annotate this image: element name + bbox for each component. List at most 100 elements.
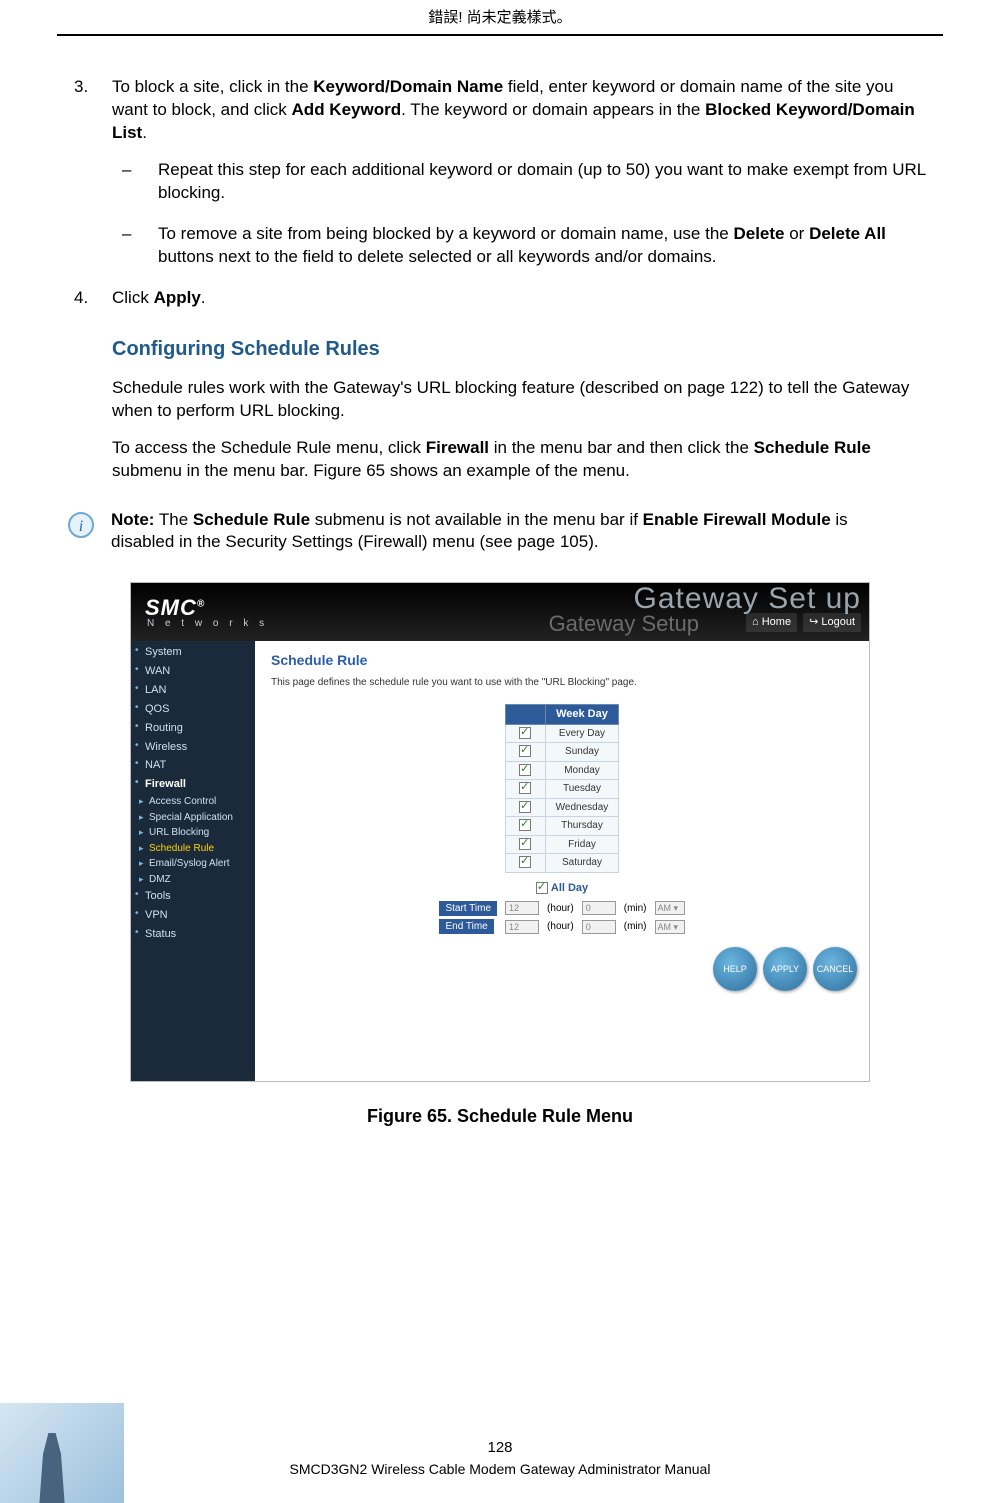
weekday-header: Week Day bbox=[545, 704, 619, 724]
figure-screenshot: SMC® N e t w o r k s Gateway Set up Gate… bbox=[130, 582, 870, 1082]
t: To block a site, click in the bbox=[112, 77, 313, 96]
b: Keyword/Domain Name bbox=[313, 77, 503, 96]
panel-description: This page defines the schedule rule you … bbox=[271, 676, 853, 690]
start-hour-input[interactable]: 12 bbox=[505, 901, 539, 915]
checkbox-allday[interactable] bbox=[536, 882, 548, 894]
steps-list: 3. To block a site, click in the Keyword… bbox=[67, 76, 933, 310]
home-link[interactable]: ⌂ Home bbox=[746, 613, 797, 632]
note-block: i Note: The Schedule Rule submenu is not… bbox=[67, 509, 933, 555]
day-label: Every Day bbox=[545, 724, 619, 743]
logout-link[interactable]: ↪ Logout bbox=[803, 613, 861, 632]
step-3-text: To block a site, click in the Keyword/Do… bbox=[112, 77, 915, 142]
t: submenu in the menu bar. Figure 65 shows… bbox=[112, 461, 630, 480]
help-button[interactable]: HELP bbox=[713, 947, 757, 991]
table-row: Tuesday bbox=[505, 780, 619, 799]
checkbox-saturday[interactable] bbox=[519, 856, 531, 868]
sidebar-item-wan[interactable]: WAN bbox=[131, 662, 255, 681]
end-ampm-select[interactable]: AM ▾ bbox=[655, 920, 685, 934]
apply-button[interactable]: APPLY bbox=[763, 947, 807, 991]
hour-label: (hour) bbox=[543, 918, 578, 937]
start-ampm-select[interactable]: AM ▾ bbox=[655, 901, 685, 915]
note-text: Note: The Schedule Rule submenu is not a… bbox=[111, 509, 933, 555]
checkbox-everyday[interactable] bbox=[519, 727, 531, 739]
sidebar-item-tools[interactable]: Tools bbox=[131, 887, 255, 906]
page-number: 128 bbox=[0, 1438, 1000, 1458]
sidebar-sub-dmz[interactable]: DMZ bbox=[131, 872, 255, 888]
t: The bbox=[154, 510, 192, 529]
sidebar-item-status[interactable]: Status bbox=[131, 925, 255, 944]
sidebar-item-vpn[interactable]: VPN bbox=[131, 906, 255, 925]
panel-title: Schedule Rule bbox=[271, 651, 853, 670]
sidebar-item-wireless[interactable]: Wireless bbox=[131, 738, 255, 757]
sidebar-item-firewall[interactable]: Firewall bbox=[131, 775, 255, 794]
page-header-error: 錯誤! 尚未定義樣式。 bbox=[57, 0, 943, 36]
sidebar-item-nat[interactable]: NAT bbox=[131, 756, 255, 775]
reg: ® bbox=[197, 599, 205, 610]
b: Apply bbox=[154, 288, 201, 307]
t: buttons next to the field to delete sele… bbox=[158, 247, 717, 266]
checkbox-tuesday[interactable] bbox=[519, 782, 531, 794]
sidebar: System WAN LAN QOS Routing Wireless NAT … bbox=[131, 641, 255, 1081]
t: . bbox=[201, 288, 206, 307]
min-label: (min) bbox=[620, 899, 651, 918]
t: . The keyword or domain appears in the bbox=[401, 100, 705, 119]
checkbox-monday[interactable] bbox=[519, 764, 531, 776]
end-min-input[interactable]: 0 bbox=[582, 920, 616, 934]
t: . bbox=[142, 123, 147, 142]
table-row: Sunday bbox=[505, 743, 619, 762]
checkbox-thursday[interactable] bbox=[519, 819, 531, 831]
day-label: Tuesday bbox=[545, 780, 619, 799]
sidebar-item-qos[interactable]: QOS bbox=[131, 700, 255, 719]
sidebar-sub-access-control[interactable]: Access Control bbox=[131, 794, 255, 810]
app-header: SMC® N e t w o r k s Gateway Set up Gate… bbox=[131, 583, 869, 641]
svg-text:i: i bbox=[79, 518, 83, 535]
start-min-input[interactable]: 0 bbox=[582, 901, 616, 915]
hour-label: (hour) bbox=[543, 899, 578, 918]
brand-subtext: N e t w o r k s bbox=[147, 617, 268, 631]
footer-title: SMCD3GN2 Wireless Cable Modem Gateway Ad… bbox=[0, 1460, 1000, 1479]
b: Firewall bbox=[426, 438, 489, 457]
header-title-small: Gateway Setup bbox=[549, 609, 699, 639]
cancel-button[interactable]: CANCEL bbox=[813, 947, 857, 991]
para-1: Schedule rules work with the Gateway's U… bbox=[112, 377, 933, 423]
t: To access the Schedule Rule menu, click bbox=[112, 438, 426, 457]
day-label: Wednesday bbox=[545, 798, 619, 817]
day-label: Saturday bbox=[545, 854, 619, 873]
b: Delete All bbox=[809, 224, 886, 243]
section-heading: Configuring Schedule Rules bbox=[112, 336, 933, 363]
page-footer: 128 SMCD3GN2 Wireless Cable Modem Gatewa… bbox=[0, 1438, 1000, 1479]
table-row: Thursday bbox=[505, 817, 619, 836]
t: in the menu bar and then click the bbox=[489, 438, 754, 457]
table-row: Saturday bbox=[505, 854, 619, 873]
b: Schedule Rule bbox=[193, 510, 310, 529]
t: or bbox=[785, 224, 810, 243]
b: Delete bbox=[733, 224, 784, 243]
t: submenu is not available in the menu bar… bbox=[310, 510, 643, 529]
checkbox-friday[interactable] bbox=[519, 838, 531, 850]
table-row: Wednesday bbox=[505, 798, 619, 817]
table-row: Friday bbox=[505, 835, 619, 854]
sub-bullet-1: Repeat this step for each additional key… bbox=[112, 159, 933, 205]
all-day-row: All Day bbox=[271, 881, 853, 896]
weekday-table: Week Day Every Day Sunday Monday Tuesday… bbox=[505, 704, 620, 873]
start-time-row: Start Time 12 (hour) 0 (min) AM ▾ bbox=[435, 899, 688, 918]
sidebar-sub-email-syslog[interactable]: Email/Syslog Alert bbox=[131, 856, 255, 872]
step-3-number: 3. bbox=[74, 76, 88, 99]
checkbox-sunday[interactable] bbox=[519, 745, 531, 757]
sidebar-sub-schedule-rule[interactable]: Schedule Rule bbox=[131, 841, 255, 857]
figure-caption: Figure 65. Schedule Rule Menu bbox=[67, 1104, 933, 1128]
day-label: Monday bbox=[545, 761, 619, 780]
sidebar-item-routing[interactable]: Routing bbox=[131, 719, 255, 738]
all-day-label: All Day bbox=[551, 882, 588, 894]
info-icon: i bbox=[67, 511, 95, 539]
checkbox-wednesday[interactable] bbox=[519, 801, 531, 813]
action-buttons: HELP APPLY CANCEL bbox=[713, 947, 857, 991]
sidebar-sub-special-app[interactable]: Special Application bbox=[131, 810, 255, 826]
sidebar-item-system[interactable]: System bbox=[131, 643, 255, 662]
sidebar-sub-url-blocking[interactable]: URL Blocking bbox=[131, 825, 255, 841]
min-label: (min) bbox=[620, 918, 651, 937]
sidebar-item-lan[interactable]: LAN bbox=[131, 681, 255, 700]
day-label: Sunday bbox=[545, 743, 619, 762]
b: Enable Firewall Module bbox=[643, 510, 831, 529]
end-hour-input[interactable]: 12 bbox=[505, 920, 539, 934]
